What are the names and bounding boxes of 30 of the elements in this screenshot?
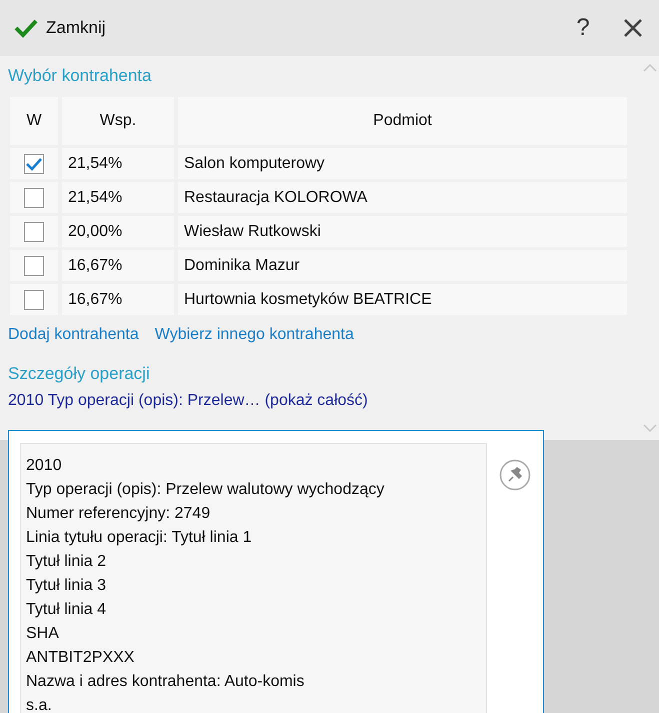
close-button[interactable]: Zamknij	[12, 14, 108, 42]
table-cell: Wiesław Rutkowski	[178, 216, 627, 247]
table-cell: Salon komputerowy	[178, 148, 627, 179]
column-header: Podmiot	[178, 97, 627, 145]
table-cell: 20,00%	[62, 216, 174, 247]
checkbox[interactable]	[24, 188, 44, 208]
section-title: Wybór kontrahenta	[8, 66, 152, 86]
scroll-up-icon[interactable]	[642, 64, 656, 72]
table-cell: Hurtownia kosmetyków BEATRICE	[178, 284, 627, 315]
checkbox[interactable]	[24, 290, 44, 310]
table-cell: 16,67%	[62, 250, 174, 281]
details-text-area[interactable]: 2010 Typ operacji (opis): Przelew walutowy wychodzący Numer referencyjny: 2749 Linia tytułu operacji: Tytuł linia 1 Tytuł linia 2 Tytuł linia 3 Tytuł linia 4 SHA ANTBIT2PXXX Nazwa i adres kontrahenta: Auto-komis s.a.	[20, 443, 487, 713]
checkmark-icon	[14, 18, 38, 38]
summary-link[interactable]: 2010 Typ operacji (opis): Przelew… (pokaż całość)	[8, 392, 368, 410]
checkbox[interactable]	[24, 256, 44, 276]
help-button[interactable]: ?	[565, 14, 601, 42]
link[interactable]: Wybierz innego kontrahenta	[154, 326, 354, 344]
table-cell: Dominika Mazur	[178, 250, 627, 281]
table-cell: Restauracja KOLOROWA	[178, 182, 627, 213]
section-title: Szczegóły operacji	[8, 364, 150, 384]
checkbox[interactable]	[24, 154, 44, 174]
column-header: W	[10, 97, 58, 145]
table-cell: 21,54%	[62, 148, 174, 179]
table-cell: 21,54%	[62, 182, 174, 213]
pin-icon[interactable]	[499, 459, 531, 491]
link[interactable]: Dodaj kontrahenta	[8, 326, 139, 344]
column-header: Wsp.	[62, 97, 174, 145]
checkbox[interactable]	[24, 222, 44, 242]
table-cell: 16,67%	[62, 284, 174, 315]
scroll-down-icon[interactable]	[642, 424, 656, 432]
